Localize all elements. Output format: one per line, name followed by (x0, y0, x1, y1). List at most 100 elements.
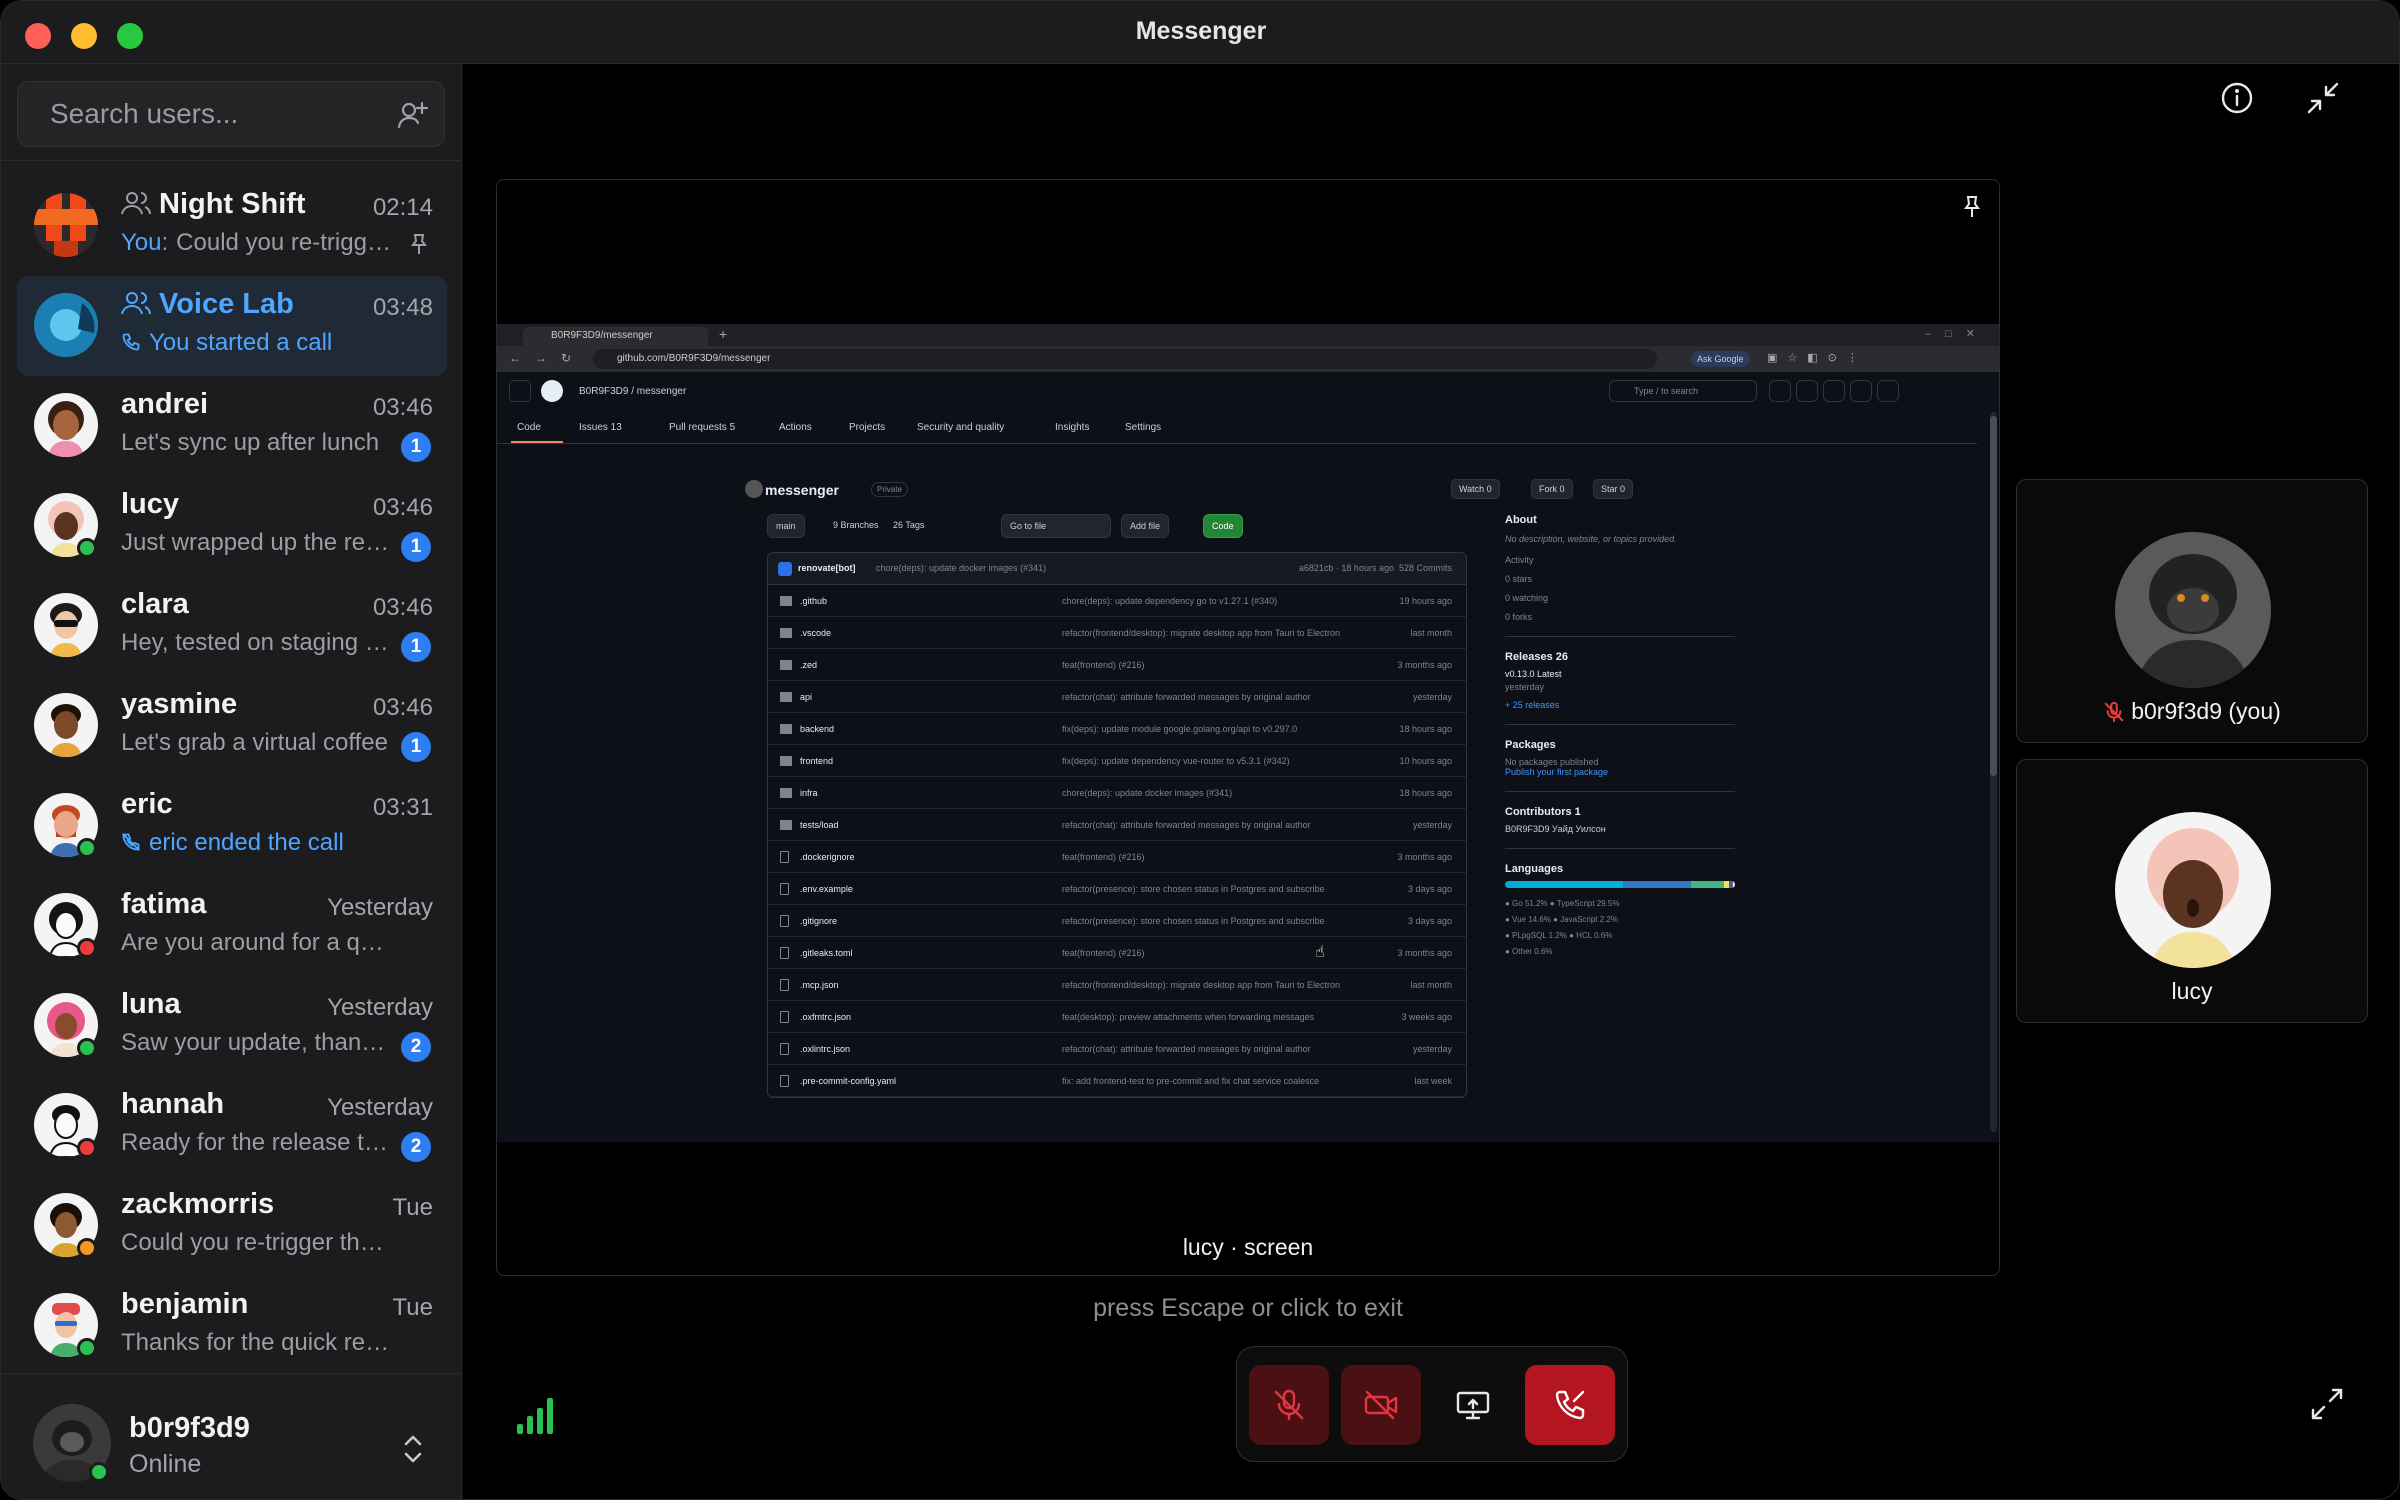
pin-icon[interactable] (1959, 194, 1985, 220)
conversation-time: 02:14 (372, 194, 433, 221)
conversation-time: Tue (392, 1194, 433, 1221)
file-name: .oxlintrc.json (800, 1044, 851, 1054)
file-row: api refactor(chat): attribute forwarded m… (768, 681, 1466, 713)
conversation-preview: eric ended the call (121, 829, 431, 857)
new-tab-icon: + (719, 326, 728, 342)
toggle-mic-button[interactable] (1249, 1365, 1329, 1445)
branch-select: main (767, 514, 805, 538)
github-repo-path: B0R9F3D9 / messenger (579, 386, 687, 397)
github-tab: Settings (1125, 422, 1162, 433)
file-commit-date: 18 hours ago (1399, 724, 1452, 734)
end-call-button[interactable] (1525, 1365, 1615, 1445)
github-menu-icon (509, 380, 531, 402)
participant-label: lucy (2171, 978, 2213, 1004)
file-commit-message: refactor(presence): store chosen status … (1062, 884, 1325, 894)
conversation-benjamin[interactable]: benjamin Tue Thanks for the quick review… (17, 1276, 447, 1376)
browser-nav-icons: ←→↻ (509, 351, 586, 365)
status-online-dot (77, 1038, 97, 1058)
fullscreen-icon[interactable] (2309, 1386, 2345, 1422)
chevron-up-down-icon[interactable] (399, 1432, 427, 1466)
bot-icon (778, 562, 792, 576)
status-online-dot (77, 838, 97, 858)
folder-icon (780, 628, 792, 638)
tags-count: 26 Tags (893, 520, 925, 530)
conversation-clara[interactable]: clara 03:46 Hey, tested on staging today… (17, 576, 447, 676)
file-icon (780, 1075, 789, 1087)
file-name: backend (800, 724, 835, 734)
file-name: .vscode (800, 628, 832, 638)
collapse-icon[interactable] (2305, 80, 2341, 116)
yasmine-avatar (34, 693, 98, 757)
clara-avatar (34, 593, 98, 657)
conversation-name: eric (121, 788, 173, 820)
conversation-time: 03:31 (372, 794, 433, 821)
unread-badge: 1 (401, 532, 431, 562)
github-header-buttons (1769, 380, 1904, 405)
file-commit-message: fix: add frontend-test to pre-commit and… (1062, 1076, 1320, 1086)
file-commit-date: 3 days ago (1407, 916, 1452, 926)
file-row: infra chore(deps): update docker images (… (768, 777, 1466, 809)
conversation-fatima[interactable]: fatima Yesterday Are you around for a qu… (17, 876, 447, 976)
file-commit-date: last month (1410, 628, 1452, 638)
current-user-bar[interactable]: b0r9f3d9 Online (1, 1373, 462, 1499)
folder-icon (780, 660, 792, 670)
file-row: .env.example refactor(presence): store ch… (768, 873, 1466, 905)
folder-icon (780, 596, 792, 606)
shared-screen: B0R9F3D9/messenger + –□✕ ←→↻ github.com/… (497, 324, 1999, 1142)
file-row: backend fix(deps): update module google.g… (768, 713, 1466, 745)
conversation-time: Tue (392, 1294, 433, 1321)
conversation-voice-lab[interactable]: Voice Lab 03:48 You started a call (17, 276, 447, 376)
github-tab: Security and quality (917, 422, 1005, 433)
file-commit-date: 19 hours ago (1399, 596, 1452, 606)
participant-tile-self[interactable]: b0r9f3d9 (you) (2016, 479, 2368, 743)
conversation-lucy[interactable]: lucy 03:46 Just wrapped up the review 1 (17, 476, 447, 576)
camera-off-icon (1364, 1390, 1398, 1420)
conversation-night-shift[interactable]: Night Shift 02:14 You: Could you re-trigg… (17, 176, 447, 276)
file-commit-date: 3 months ago (1397, 852, 1452, 862)
conversation-preview: Let's sync up after lunch (121, 429, 380, 456)
mic-off-icon (1274, 1389, 1304, 1421)
file-name: .env.example (800, 884, 853, 894)
conversation-time: 03:46 (372, 594, 433, 621)
file-row: .mcp.json refactor(frontend/desktop): mig… (768, 969, 1466, 1001)
folder-icon (780, 692, 792, 702)
sidebar: Night Shift 02:14 You:Could you re-trigg… (1, 64, 462, 1499)
conversation-yasmine[interactable]: yasmine 03:46 Let's grab a virtual coffe… (17, 676, 447, 776)
file-row: .pre-commit-config.yaml fix: add frontend… (768, 1065, 1466, 1097)
file-row: .dockerignore feat(frontend) (#216) 3 mont… (768, 841, 1466, 873)
conversation-eric[interactable]: eric 03:31 eric ended the call (17, 776, 447, 876)
file-name: .github (800, 596, 828, 606)
file-row: .github chore(deps): update dependency go… (768, 585, 1466, 617)
share-screen-button[interactable] (1433, 1365, 1513, 1445)
screen-share-stage[interactable]: B0R9F3D9/messenger + –□✕ ←→↻ github.com/… (496, 179, 2000, 1276)
stage-label: lucy · screen (1182, 1234, 1314, 1260)
conversation-time: Yesterday (327, 1094, 433, 1121)
file-name: .pre-commit-config.yaml (800, 1076, 897, 1086)
conversation-preview: Thanks for the quick review! (121, 1329, 391, 1356)
conversation-luna[interactable]: luna Yesterday Saw your update, thanks! … (17, 976, 447, 1076)
participant-tile-lucy[interactable]: lucy (2016, 759, 2368, 1023)
conversation-preview: Could you re-trigger the build? (121, 1229, 391, 1256)
add-user-icon[interactable] (396, 99, 428, 131)
folder-icon (780, 756, 792, 766)
folder-icon (780, 788, 792, 798)
file-name: .gitignore (800, 916, 838, 926)
file-commit-message: refactor(chat): attribute forwarded mess… (1062, 820, 1311, 830)
repo-toolbar: main 9 Branches 26 Tags Go to file Add f… (767, 514, 1467, 538)
self-name: b0r9f3d9 (129, 1412, 250, 1444)
conversation-zackmorris[interactable]: zackmorris Tue Could you re-trigger the … (17, 1176, 447, 1276)
conversation-andrei[interactable]: andrei 03:46 Let's sync up after lunch 1 (17, 376, 447, 476)
search-input[interactable] (18, 82, 378, 146)
file-row: tests/load refactor(chat): attribute forw… (768, 809, 1466, 841)
info-icon[interactable] (2219, 80, 2255, 116)
file-commit-date: last week (1414, 1076, 1452, 1086)
status-online-dot (89, 1462, 109, 1482)
conversation-name: zackmorris (121, 1188, 275, 1220)
ask-google-chip: Ask Google (1691, 351, 1750, 367)
file-name: frontend (800, 756, 834, 766)
shared-scrollbar-thumb (1990, 416, 1997, 776)
toggle-camera-button[interactable] (1341, 1365, 1421, 1445)
status-away-dot (77, 1238, 97, 1258)
unread-badge: 1 (401, 732, 431, 762)
conversation-hannah[interactable]: hannah Yesterday Ready for the release t… (17, 1076, 447, 1176)
